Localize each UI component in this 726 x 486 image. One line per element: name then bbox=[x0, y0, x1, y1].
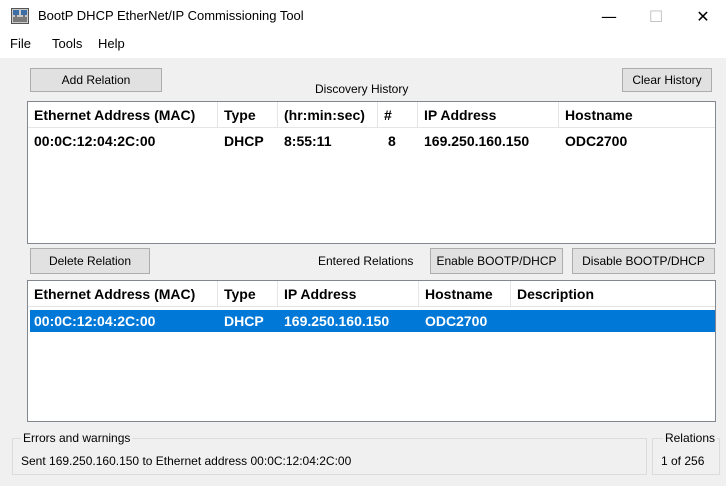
column-header-type[interactable]: Type bbox=[218, 281, 278, 307]
relations-count-title: Relations bbox=[662, 431, 717, 445]
entered-relations-label: Entered Relations bbox=[318, 254, 414, 268]
delete-relation-button[interactable]: Delete Relation bbox=[30, 248, 150, 274]
clear-history-button[interactable]: Clear History bbox=[622, 68, 712, 92]
window-title: BootP DHCP EtherNet/IP Commissioning Too… bbox=[38, 8, 304, 23]
network-tool-icon bbox=[11, 8, 29, 24]
discovery-history-list[interactable]: Ethernet Address (MAC) Type (hr:min:sec)… bbox=[27, 101, 716, 244]
column-header-type[interactable]: Type bbox=[218, 102, 278, 128]
relations-count: 1 of 256 bbox=[661, 454, 705, 468]
errors-warnings-title: Errors and warnings bbox=[21, 431, 133, 445]
row-type: DHCP bbox=[224, 313, 264, 329]
enable-bootp-dhcp-button[interactable]: Enable BOOTP/DHCP bbox=[430, 248, 563, 274]
column-header-ip[interactable]: IP Address bbox=[418, 102, 559, 128]
column-header-hostname[interactable]: Hostname bbox=[419, 281, 511, 307]
close-button[interactable]: ✕ bbox=[680, 0, 726, 33]
row-ip: 169.250.160.150 bbox=[424, 133, 530, 149]
table-row-selected[interactable]: 00:0C:12:04:2C:00 DHCP 169.250.160.150 O… bbox=[30, 310, 715, 332]
entered-relations-list[interactable]: Ethernet Address (MAC) Type IP Address H… bbox=[27, 280, 716, 422]
menu-help[interactable]: Help bbox=[98, 36, 125, 51]
row-mac: 00:0C:12:04:2C:00 bbox=[34, 133, 156, 149]
row-type: DHCP bbox=[224, 133, 264, 149]
relations-count-group: Relations 1 of 256 bbox=[652, 431, 720, 475]
column-header-mac[interactable]: Ethernet Address (MAC) bbox=[28, 102, 218, 128]
column-header-hostname[interactable]: Hostname bbox=[559, 102, 715, 128]
row-ip: 169.250.160.150 bbox=[284, 313, 390, 329]
discovery-history-label: Discovery History bbox=[315, 82, 409, 96]
column-header-mac[interactable]: Ethernet Address (MAC) bbox=[28, 281, 218, 307]
row-hostname: ODC2700 bbox=[425, 313, 488, 329]
menu-file[interactable]: File bbox=[10, 36, 31, 51]
menu-tools[interactable]: Tools bbox=[52, 36, 82, 51]
column-header-count[interactable]: # bbox=[378, 102, 418, 128]
disable-bootp-dhcp-button[interactable]: Disable BOOTP/DHCP bbox=[572, 248, 715, 274]
errors-warnings-group: Errors and warnings Sent 169.250.160.150… bbox=[12, 431, 647, 475]
column-header-ip[interactable]: IP Address bbox=[278, 281, 419, 307]
row-hostname: ODC2700 bbox=[565, 133, 628, 149]
minimize-button[interactable]: — bbox=[586, 0, 632, 33]
row-mac: 00:0C:12:04:2C:00 bbox=[34, 313, 156, 329]
status-message: Sent 169.250.160.150 to Ethernet address… bbox=[21, 454, 352, 468]
row-time: 8:55:11 bbox=[284, 133, 332, 149]
maximize-button[interactable]: ☐ bbox=[633, 0, 679, 33]
column-header-description[interactable]: Description bbox=[511, 281, 715, 307]
client-area: Add Relation Discovery History Clear His… bbox=[0, 58, 726, 486]
add-relation-button[interactable]: Add Relation bbox=[30, 68, 162, 92]
row-count: 8 bbox=[388, 133, 396, 149]
title-bar: BootP DHCP EtherNet/IP Commissioning Too… bbox=[0, 0, 726, 33]
column-header-time[interactable]: (hr:min:sec) bbox=[278, 102, 378, 128]
